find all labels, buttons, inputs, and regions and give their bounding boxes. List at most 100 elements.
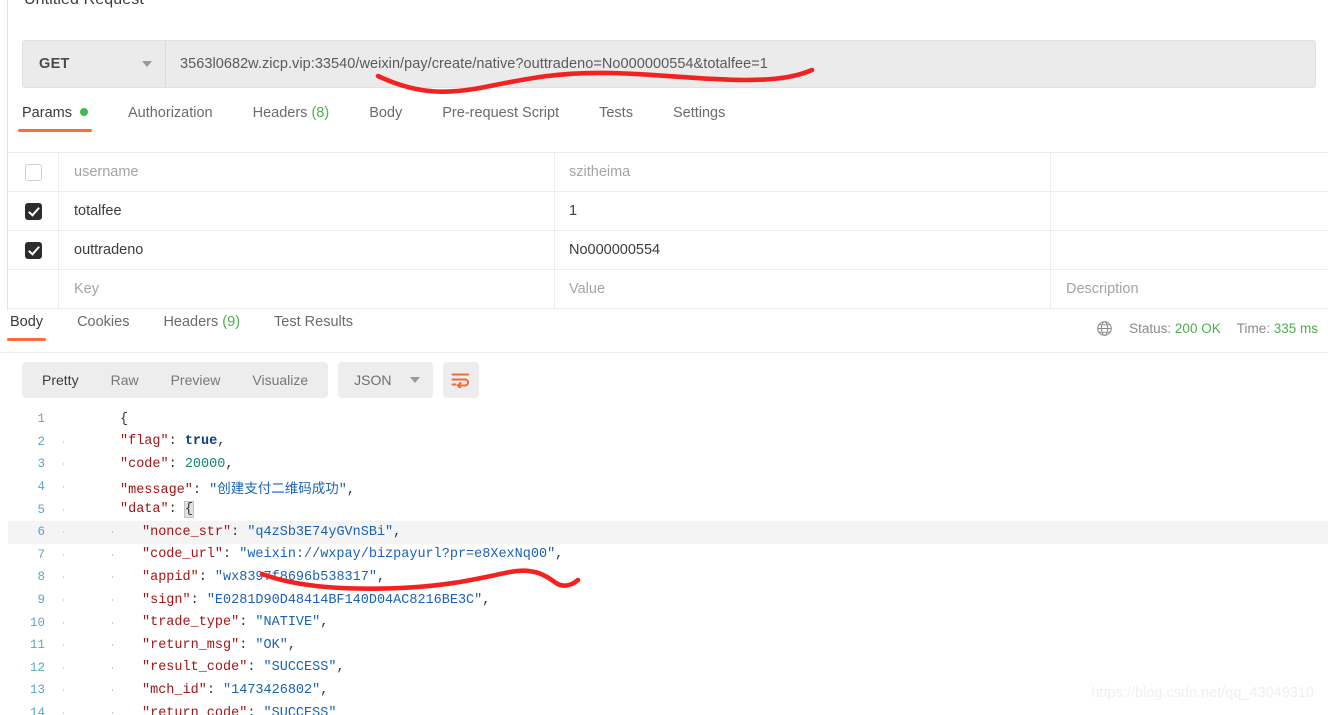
code-text: "code_url": "weixin://wxpay/bizpayurl?pr… <box>120 547 563 562</box>
request-tab-tests[interactable]: Tests <box>599 105 633 132</box>
code-token: "SUCCESS" <box>263 660 337 676</box>
params-value-cell[interactable]: 1 <box>555 192 1051 230</box>
params-row-checkbox-cell <box>8 231 59 269</box>
params-row: username szitheima <box>8 153 1328 192</box>
response-body-code[interactable]: 1{2 "flag": true, 3 "code": 20000, 4 "message… <box>8 408 1328 715</box>
request-tab-pre-request-script[interactable]: Pre-request Script <box>442 105 559 132</box>
format-button-pretty[interactable]: Pretty <box>26 362 95 398</box>
params-key-cell[interactable]: outtradeno <box>59 231 555 269</box>
code-token: "weixin://wxpay/bizpayurl?pr=e8XexNq00" <box>239 547 556 563</box>
code-line: 9 "sign": "E0281D90D48414BF140D04AC8216BE… <box>8 589 1328 612</box>
format-button-raw[interactable]: Raw <box>95 362 155 398</box>
request-tab-params[interactable]: Params <box>18 105 92 132</box>
url-input[interactable]: 3563l0682w.zicp.vip:33540/weixin/pay/cre… <box>166 41 1315 87</box>
params-table: username szitheima totalfee 1 outtradeno No00… <box>8 152 1328 309</box>
chevron-down-icon <box>142 61 152 67</box>
params-row-checkbox[interactable] <box>24 163 42 181</box>
params-placeholder-value[interactable]: Value <box>555 270 1051 308</box>
code-token: : <box>247 705 264 715</box>
code-token: : <box>190 592 207 608</box>
params-description-cell[interactable] <box>1051 231 1328 269</box>
response-status-cluster: Status: 200 OK Time: 335 ms <box>1096 320 1318 337</box>
code-text: "trade_type": "NATIVE", <box>120 615 328 630</box>
params-value-cell[interactable]: No000000554 <box>555 231 1051 269</box>
url-value: 3563l0682w.zicp.vip:33540/weixin/pay/cre… <box>180 56 768 72</box>
line-number: 6 <box>37 525 45 540</box>
code-line: 7 "code_url": "weixin://wxpay/bizpayurl?p… <box>8 544 1328 567</box>
code-text: "appid": "wx8397f8696b538317", <box>120 570 385 585</box>
request-tab-body[interactable]: Body <box>369 105 402 132</box>
code-token: : <box>206 682 224 698</box>
format-button-visualize[interactable]: Visualize <box>236 362 324 398</box>
format-segmented-control: Pretty Raw Preview Visualize <box>22 362 329 398</box>
params-description-cell[interactable] <box>1051 192 1328 230</box>
tab-count-badge: (8) <box>311 105 330 121</box>
request-tab-strip: Params Authorization Headers (8) Body Pre-re… <box>18 105 1316 141</box>
request-tab-authorization[interactable]: Authorization <box>128 105 213 132</box>
line-number: 7 <box>37 547 45 562</box>
code-token: "data" <box>120 502 169 518</box>
code-line: 2 "flag": true, <box>8 431 1328 454</box>
status-group[interactable]: Status: 200 OK <box>1129 321 1221 336</box>
code-token: "return_code" <box>142 705 248 715</box>
code-token: , <box>482 592 491 608</box>
status-value: 200 OK <box>1174 321 1221 336</box>
params-row-checkbox[interactable] <box>24 202 42 220</box>
language-dropdown[interactable]: JSON <box>338 362 433 398</box>
code-token: "E0281D90D48414BF140D04AC8216BE3C" <box>206 592 483 608</box>
code-token: : <box>239 615 256 631</box>
code-token: "mch_id" <box>142 682 207 698</box>
params-placeholder-key[interactable]: Key <box>59 270 555 308</box>
code-token: "q4zSb3E74yGVnSBi" <box>247 524 394 540</box>
code-token: "NATIVE" <box>255 615 321 631</box>
code-token: "result_code" <box>142 660 248 676</box>
code-line: 3 "code": 20000, <box>8 453 1328 476</box>
code-token: , <box>217 434 226 450</box>
code-token: , <box>336 660 345 676</box>
params-row-checkbox[interactable] <box>24 241 42 259</box>
http-method-label: GET <box>39 56 70 72</box>
line-number: 3 <box>37 457 45 472</box>
code-token: : <box>231 524 248 540</box>
chevron-down-icon <box>409 377 420 383</box>
response-tab-headers[interactable]: Headers (9) <box>163 314 240 341</box>
response-tab-test-results[interactable]: Test Results <box>274 314 353 341</box>
params-placeholder-row: Key Value Description <box>8 270 1328 309</box>
code-token: : <box>247 660 264 676</box>
params-row: outtradeno No000000554 <box>8 231 1328 270</box>
params-key-cell[interactable]: username <box>59 153 555 191</box>
response-tab-body[interactable]: Body <box>6 314 47 341</box>
status-label: Status: <box>1129 321 1172 336</box>
request-tab-headers[interactable]: Headers (8) <box>253 105 330 132</box>
code-token: "OK" <box>255 637 288 653</box>
code-line: 4 "message": "创建支付二维码成功", <box>8 476 1328 499</box>
time-group[interactable]: Time: 335 ms <box>1237 321 1318 336</box>
code-text: "code": 20000, <box>120 457 233 472</box>
line-number: 5 <box>37 502 45 517</box>
code-token: "wx8397f8696b538317" <box>214 569 377 585</box>
word-wrap-button[interactable] <box>442 362 479 398</box>
params-row-checkbox-cell <box>8 153 59 191</box>
params-value-cell[interactable]: szitheima <box>555 153 1051 191</box>
line-number: 4 <box>37 480 45 495</box>
format-button-preview[interactable]: Preview <box>155 362 237 398</box>
response-tab-strip: Body Cookies Headers (9) Test Results <box>6 314 387 348</box>
code-text: "flag": true, <box>120 434 225 449</box>
params-modified-dot-icon <box>79 108 88 116</box>
code-line: 12 "result_code": "SUCCESS", <box>8 657 1328 680</box>
params-key-cell[interactable]: totalfee <box>59 192 555 230</box>
code-text: "sign": "E0281D90D48414BF140D04AC8216BE3… <box>120 593 490 608</box>
code-token: : <box>168 456 185 472</box>
code-token: , <box>346 482 355 498</box>
word-wrap-icon <box>451 373 470 388</box>
response-tab-cookies[interactable]: Cookies <box>77 314 129 341</box>
http-method-dropdown[interactable]: GET <box>23 41 166 87</box>
request-tab-settings[interactable]: Settings <box>673 105 725 132</box>
code-token: : <box>239 637 256 653</box>
params-description-cell[interactable] <box>1051 153 1328 191</box>
code-token: : <box>168 502 185 518</box>
code-token: , <box>393 524 402 540</box>
params-placeholder-description[interactable]: Description <box>1051 270 1328 308</box>
tab-label: Body <box>369 105 403 121</box>
tab-label: Headers <box>163 314 219 330</box>
